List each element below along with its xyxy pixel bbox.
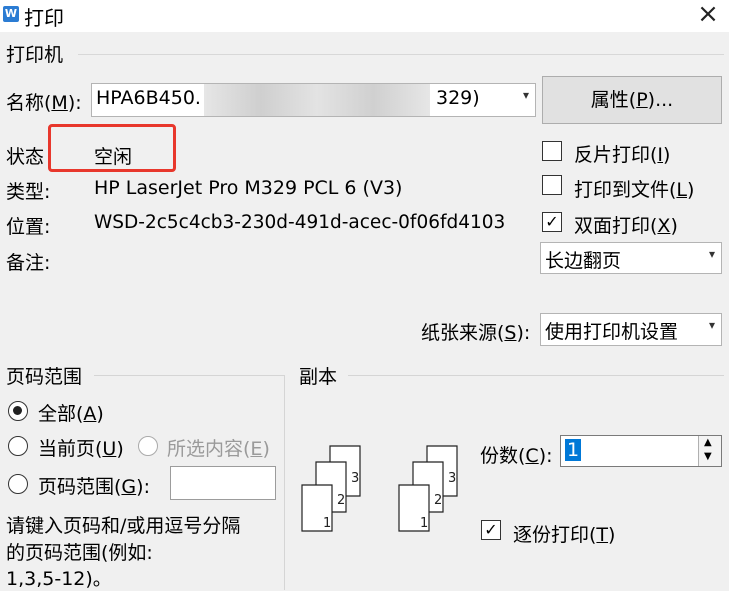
spin-down-icon[interactable]: ▼ xyxy=(704,451,712,462)
paper-source-label: 纸张来源(S): xyxy=(421,322,531,344)
type-value: HP LaserJet Pro M329 PCL 6 (V3) xyxy=(94,177,403,199)
svg-text:1: 1 xyxy=(323,516,331,531)
title-bar: W 打印 × xyxy=(0,0,729,32)
page-range-hint-line2: 的页码范围(例如: xyxy=(6,542,153,564)
svg-text:3: 3 xyxy=(351,471,359,486)
current-page-radio[interactable] xyxy=(8,436,28,456)
duplex-checkbox[interactable]: ✓ xyxy=(542,212,562,232)
comment-label: 备注: xyxy=(6,252,51,274)
printer-section-divider xyxy=(78,54,724,55)
all-pages-radio[interactable] xyxy=(8,401,28,421)
duplex-mode-select[interactable]: 长边翻页 ▾ xyxy=(540,242,722,274)
redacted-printer-name xyxy=(204,84,430,116)
selection-label: 所选内容(E) xyxy=(167,438,270,460)
svg-text:2: 2 xyxy=(337,493,345,508)
name-label: 名称(M): xyxy=(6,92,82,114)
duplex-label[interactable]: 双面打印(X) xyxy=(574,211,678,238)
page-range-border xyxy=(284,375,285,590)
collate-label[interactable]: 逐份打印(T) xyxy=(513,520,615,547)
spin-up-icon[interactable]: ▲ xyxy=(704,437,712,448)
all-pages-label[interactable]: 全部(A) xyxy=(38,399,104,426)
paper-source-select[interactable]: 使用打印机设置 ▾ xyxy=(540,313,722,346)
highlight-annotation xyxy=(48,124,176,172)
reverse-print-checkbox[interactable] xyxy=(542,141,562,161)
duplex-mode-value: 长边翻页 xyxy=(545,250,622,272)
print-to-file-checkbox[interactable] xyxy=(542,175,562,195)
page-range-radio[interactable] xyxy=(8,474,28,494)
current-page-label[interactable]: 当前页(U) xyxy=(38,434,124,461)
page-range-hint-line3: 1,3,5-12)。 xyxy=(6,568,112,590)
chevron-down-icon: ▾ xyxy=(708,247,715,261)
page-range-label[interactable]: 页码范围(G): xyxy=(38,472,150,499)
chevron-down-icon: ▾ xyxy=(708,318,715,332)
svg-text:3: 3 xyxy=(448,471,456,486)
printer-name-select[interactable]: HPA6B450. 329) ▾ xyxy=(91,83,536,117)
copies-divider xyxy=(348,375,724,376)
location-label: 位置: xyxy=(6,216,51,238)
wps-writer-icon: W xyxy=(3,6,19,22)
properties-button[interactable]: 属性(P)... xyxy=(542,76,722,124)
chevron-down-icon: ▾ xyxy=(522,88,529,102)
type-label: 类型: xyxy=(6,181,51,203)
page-range-divider xyxy=(94,375,284,376)
status-label: 状态 xyxy=(6,146,45,168)
window-title: 打印 xyxy=(24,6,64,30)
close-icon[interactable]: × xyxy=(692,0,724,30)
paper-source-value: 使用打印机设置 xyxy=(545,321,679,343)
collate-checkbox[interactable]: ✓ xyxy=(481,520,501,540)
printer-section-label: 打印机 xyxy=(6,44,64,66)
printer-name-suffix: 329) xyxy=(436,87,480,109)
printer-name-prefix: HPA6B450. xyxy=(96,87,201,109)
copies-count-value: 1 xyxy=(565,439,582,461)
page-range-hint-line1: 请键入页码和/或用逗号分隔 xyxy=(6,515,241,537)
print-to-file-label[interactable]: 打印到文件(L) xyxy=(574,175,694,202)
copies-section-label: 副本 xyxy=(299,366,338,388)
svg-text:1: 1 xyxy=(420,516,428,531)
svg-text:2: 2 xyxy=(434,493,442,508)
collated-pages-icon: 3 2 1 xyxy=(301,445,361,532)
copies-stepper[interactable]: ▲ ▼ xyxy=(698,436,721,466)
copies-count-label: 份数(C): xyxy=(480,445,553,467)
location-value: WSD-2c5c4cb3-230d-491d-acec-0f06fd4103 xyxy=(94,212,506,233)
page-range-input[interactable] xyxy=(170,466,276,500)
page-range-section-label: 页码范围 xyxy=(6,366,83,388)
reverse-print-label[interactable]: 反片打印(I) xyxy=(574,140,670,167)
copies-count-input[interactable]: 1 ▲ ▼ xyxy=(560,435,722,467)
selection-radio[interactable] xyxy=(138,436,158,456)
collated-pages-icon-2: 3 2 1 xyxy=(398,445,458,532)
